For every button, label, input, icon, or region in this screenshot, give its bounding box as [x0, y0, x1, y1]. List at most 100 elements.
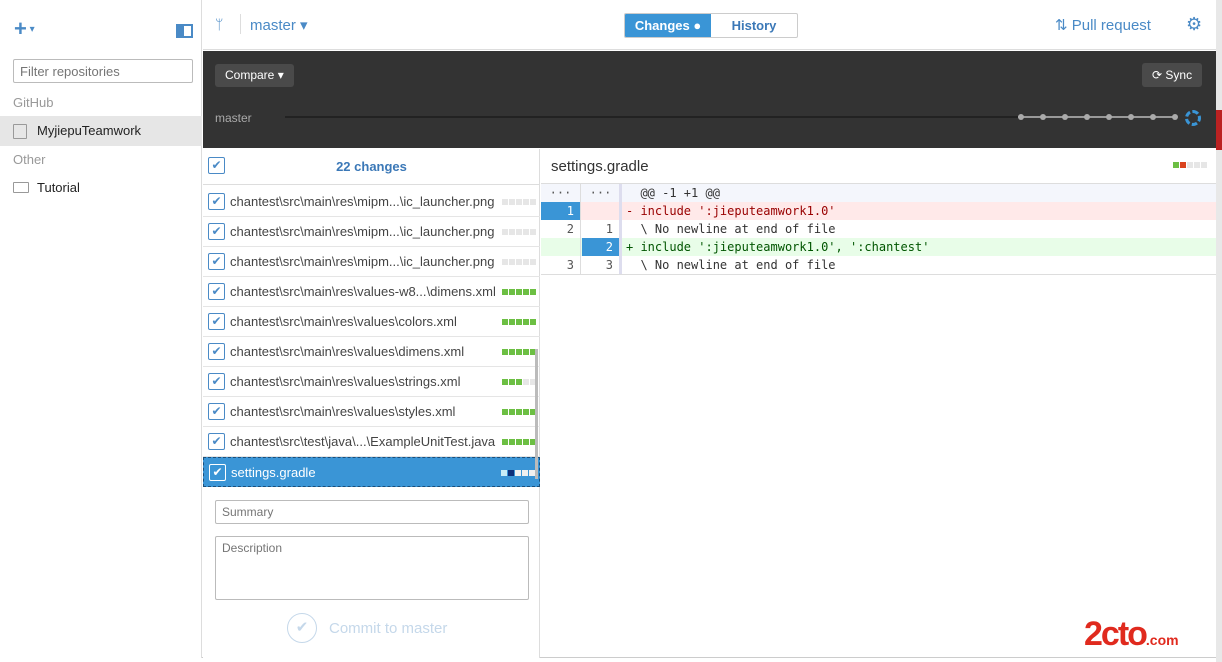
diff-stat: [1173, 162, 1207, 168]
section-other: Other: [13, 152, 46, 167]
branch-icon: ᛘ: [215, 16, 224, 32]
change-bar: [523, 289, 529, 295]
new-line-number: ···: [582, 184, 622, 202]
tab-history[interactable]: History: [711, 14, 797, 37]
repo-label: MyjiepuTeamwork: [37, 123, 142, 138]
file-checkbox[interactable]: ✔: [208, 193, 225, 210]
file-row[interactable]: ✔ chantest\src\main\res\values\dimens.xml: [203, 337, 540, 367]
file-row[interactable]: ✔ chantest\src\main\res\mipm...\ic_launch…: [203, 247, 540, 277]
file-checkbox[interactable]: ✔: [208, 433, 225, 450]
file-checkbox[interactable]: ✔: [208, 253, 225, 270]
summary-input[interactable]: [215, 500, 529, 524]
file-row[interactable]: ✔ chantest\src\main\res\values\strings.xm…: [203, 367, 540, 397]
sync-label: Sync: [1165, 68, 1193, 82]
change-bar: [509, 289, 515, 295]
commit-dot[interactable]: [1018, 114, 1024, 120]
change-bar: [530, 289, 536, 295]
commit-button[interactable]: ✔ Commit to master: [287, 613, 447, 643]
file-row[interactable]: ✔ chantest\src\main\res\mipm...\ic_launch…: [203, 217, 540, 247]
diff-panel: settings.gradle ··· ··· @@ -1 +1 @@ 1- inc…: [541, 149, 1216, 658]
change-bar: [502, 379, 508, 385]
commit-dot[interactable]: [1040, 114, 1046, 120]
change-bar: [530, 319, 536, 325]
repo-item[interactable]: Tutorial: [0, 173, 202, 203]
change-bar: [530, 229, 536, 235]
new-line-number: 1: [582, 220, 622, 238]
commit-dot[interactable]: [1150, 114, 1156, 120]
commit-dot[interactable]: [1172, 114, 1178, 120]
change-bar: [509, 349, 515, 355]
diff-line: ··· ··· @@ -1 +1 @@: [541, 184, 1216, 202]
file-row[interactable]: ✔ chantest\src\test\java\...\ExampleUnitT…: [203, 427, 540, 457]
description-input[interactable]: [215, 536, 529, 600]
file-checkbox[interactable]: ✔: [208, 373, 225, 390]
change-bar: [516, 439, 522, 445]
divider: [240, 14, 241, 34]
stat-bar: [1180, 162, 1186, 168]
file-name: chantest\src\main\res\values\styles.xml: [230, 404, 456, 419]
file-name: chantest\src\main\res\mipm...\ic_launche…: [230, 254, 495, 269]
change-bar: [502, 229, 508, 235]
file-row[interactable]: ✔ chantest\src\main\res\values\styles.xml: [203, 397, 540, 427]
change-bar: [530, 259, 536, 265]
change-bar: [516, 199, 522, 205]
toggle-sidebar-icon[interactable]: [176, 24, 193, 38]
file-checkbox[interactable]: ✔: [208, 403, 225, 420]
change-bars: [502, 439, 536, 445]
gear-icon[interactable]: ⚙: [1186, 14, 1202, 35]
tab-changes[interactable]: Changes ●: [625, 14, 711, 37]
change-bar: [501, 470, 507, 476]
commit-dot[interactable]: [1084, 114, 1090, 120]
file-checkbox[interactable]: ✔: [208, 283, 225, 300]
change-bar: [509, 379, 515, 385]
commit-dot[interactable]: [1128, 114, 1134, 120]
change-bars: [502, 289, 536, 295]
file-row[interactable]: ✔ chantest\src\main\res\values\colors.xml: [203, 307, 540, 337]
commit-label: Commit to master: [329, 619, 448, 637]
commit-dot[interactable]: [1062, 114, 1068, 120]
change-bars: [502, 229, 536, 235]
check-icon: ✔: [287, 613, 317, 643]
diff-file-title: settings.gradle: [551, 158, 649, 175]
sync-button[interactable]: ⟳ Sync: [1142, 63, 1203, 87]
change-bar: [516, 349, 522, 355]
current-commit-marker[interactable]: [1185, 110, 1201, 126]
file-checkbox[interactable]: ✔: [208, 223, 225, 240]
add-repository-button[interactable]: + ▾: [14, 17, 35, 41]
commit-dots: [1018, 110, 1201, 126]
pull-request-icon: ⇅: [1055, 17, 1072, 34]
timeline-bar: Compare ▾ ⟳ Sync master: [203, 51, 1216, 148]
repo-item[interactable]: MyjiepuTeamwork: [0, 116, 202, 146]
tab-label: Changes: [634, 18, 690, 33]
file-checkbox[interactable]: ✔: [209, 464, 226, 481]
diff-text: @@ -1 +1 @@: [626, 186, 720, 200]
sync-icon: ⟳: [1152, 68, 1166, 82]
commit-dot[interactable]: [1106, 114, 1112, 120]
file-row[interactable]: ✔ settings.gradle: [203, 457, 540, 487]
repo-label: Tutorial: [37, 180, 80, 195]
new-line-number: 3: [582, 256, 622, 274]
pull-request-button[interactable]: ⇅ Pull request: [1055, 16, 1151, 34]
branch-selector[interactable]: master ▾: [250, 16, 308, 34]
change-bars: [502, 259, 536, 265]
file-checkbox[interactable]: ✔: [208, 343, 225, 360]
change-bar: [523, 199, 529, 205]
file-row[interactable]: ✔ chantest\src\main\res\mipm...\ic_launch…: [203, 187, 540, 217]
monitor-icon: [13, 182, 29, 193]
change-bar: [509, 229, 515, 235]
change-bar: [502, 289, 508, 295]
diff-line: 21 \ No newline at end of file: [541, 220, 1216, 238]
new-line-number: 2: [582, 238, 622, 256]
file-row[interactable]: ✔ chantest\src\main\res\values-w8...\dime…: [203, 277, 540, 307]
compare-button[interactable]: Compare ▾: [215, 64, 294, 87]
file-checkbox[interactable]: ✔: [208, 313, 225, 330]
watermark-logo: 2cto.com: [1084, 615, 1179, 653]
file-name: chantest\src\main\res\mipm...\ic_launche…: [230, 194, 495, 209]
branch-label: master: [250, 17, 296, 34]
change-bars: [502, 379, 536, 385]
filter-repositories-input[interactable]: [13, 59, 193, 83]
section-github: GitHub: [13, 95, 54, 110]
change-bar: [509, 259, 515, 265]
scrollbar[interactable]: [535, 349, 538, 479]
background-window-edge: [1216, 0, 1222, 662]
